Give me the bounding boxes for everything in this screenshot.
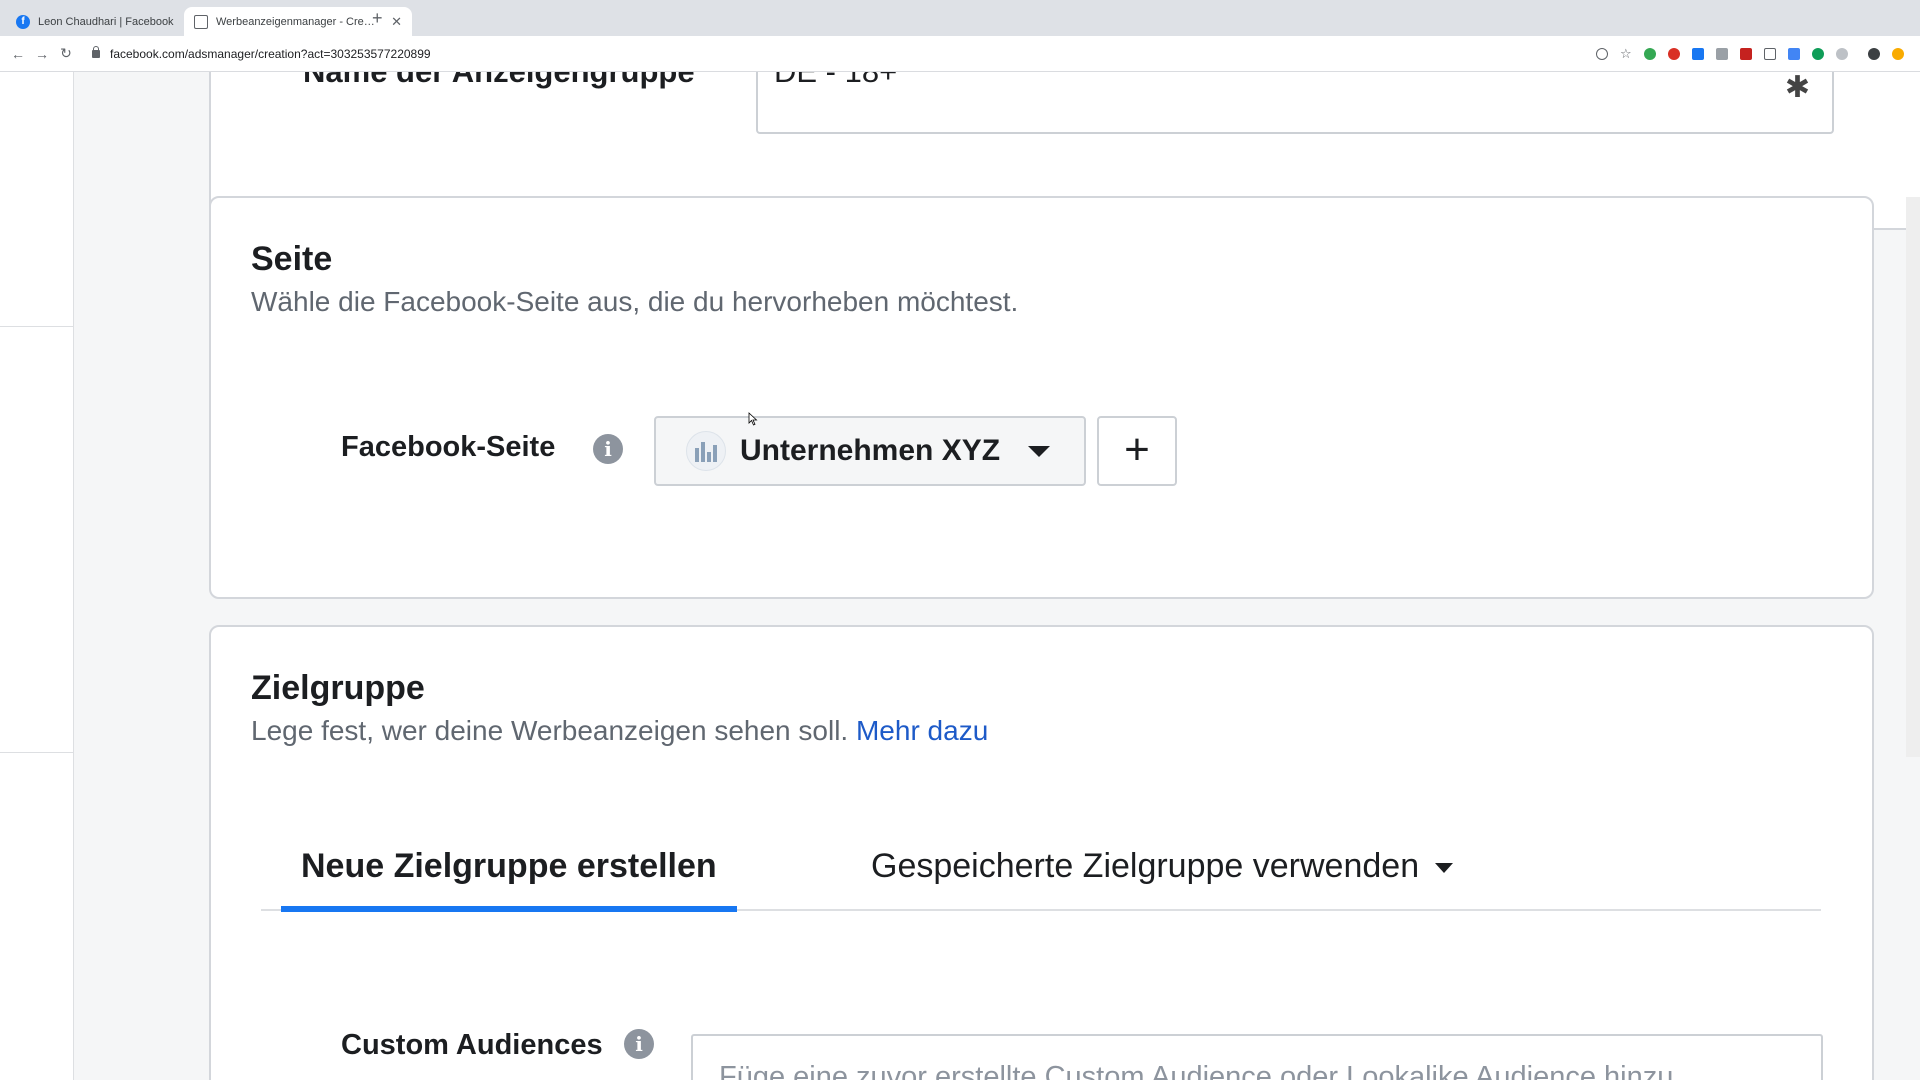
extension-square-icon[interactable] (1763, 48, 1776, 60)
reload-button[interactable]: ↻ (54, 45, 78, 62)
bookmark-star-icon[interactable]: ☆ (1620, 46, 1632, 62)
url-text: facebook.com/adsmanager/creation?act=303… (110, 47, 431, 61)
audience-section-card: Zielgruppe Lege fest, wer deine Werbeanz… (209, 625, 1874, 1080)
profile-avatar-icon[interactable] (1867, 48, 1880, 60)
zoom-icon[interactable] (1596, 48, 1608, 60)
custom-audiences-label: Custom Audiences (341, 1029, 603, 1061)
page-avatar-icon (686, 431, 726, 471)
tab-saved-audience-label: Gespeicherte Zielgruppe verwenden (871, 847, 1420, 885)
browser-tabstrip: f Leon Chaudhari | Facebook ✕ Werbeanzei… (0, 0, 1920, 36)
extension-orange-icon[interactable] (1891, 48, 1904, 60)
audience-section-title: Zielgruppe (251, 669, 425, 707)
back-button[interactable]: ← (6, 46, 30, 62)
chevron-down-icon (1435, 863, 1454, 874)
page-section-subtitle: Wähle die Facebook-Seite aus, die du her… (251, 286, 1019, 317)
tab-title: Werbeanzeigenmanager - Cre… (216, 15, 375, 28)
page-section-title: Seite (251, 240, 333, 278)
extension-misc-icon[interactable] (1835, 48, 1848, 60)
extension-red-icon[interactable] (1667, 48, 1680, 60)
tab-close-icon[interactable]: ✕ (391, 14, 402, 30)
facebook-favicon-icon: f (16, 14, 30, 29)
left-navigation (0, 72, 74, 1080)
forward-button[interactable]: → (30, 46, 54, 62)
learn-more-link[interactable]: Mehr dazu (856, 715, 988, 746)
extension-facebook-icon[interactable] (1691, 48, 1704, 60)
audience-tabs: Neue Zielgruppe erstellen Gespeicherte Z… (261, 847, 1821, 912)
ads-manager-page: Name der Anzeigengruppe DE - 18+ ✱ Seite… (0, 72, 1920, 1080)
adset-name-input[interactable]: DE - 18+ ✱ (756, 72, 1834, 134)
page-scrollbar[interactable] (1906, 197, 1920, 757)
extension-darkred-icon[interactable] (1739, 48, 1752, 60)
tab-title: Leon Chaudhari | Facebook (38, 15, 174, 28)
nav-divider (0, 326, 74, 327)
audience-subtitle-text: Lege fest, wer deine Werbeanzeigen sehen… (251, 715, 849, 746)
extension-iq-icon[interactable] (1787, 48, 1800, 60)
extension-grammar-icon[interactable] (1811, 48, 1824, 60)
mouse-cursor-icon (748, 412, 758, 426)
adset-name-label: Name der Anzeigengruppe (303, 72, 695, 90)
chevron-down-icon (1028, 445, 1051, 457)
adset-name-value: DE - 18+ (774, 72, 897, 90)
tab-saved-audience[interactable]: Gespeicherte Zielgruppe verwenden (851, 847, 1473, 886)
extension-green-icon[interactable] (1643, 48, 1656, 60)
tab-create-new-audience[interactable]: Neue Zielgruppe erstellen (281, 847, 737, 912)
extension-grey-icon[interactable] (1715, 48, 1728, 60)
new-tab-button[interactable]: + (372, 8, 383, 29)
address-bar[interactable]: facebook.com/adsmanager/creation?act=303… (86, 42, 1596, 66)
adsmanager-favicon-icon (194, 14, 208, 29)
add-page-button[interactable]: + (1097, 416, 1177, 486)
gear-icon[interactable]: ✱ (1785, 72, 1810, 105)
page-section-card: Seite Wähle die Facebook-Seite aus, die … (209, 196, 1874, 599)
nav-divider (0, 752, 74, 753)
facebook-page-label: Facebook-Seite (341, 431, 556, 463)
selected-page-name: Unternehmen XYZ (740, 434, 1001, 467)
info-icon[interactable]: i (624, 1029, 654, 1059)
extension-icons: ☆ (1590, 36, 1910, 72)
custom-audiences-input[interactable]: Füge eine zuvor erstellte Custom Audienc… (691, 1034, 1823, 1080)
browser-toolbar: ← → ↻ facebook.com/adsmanager/creation?a… (0, 36, 1920, 72)
info-icon[interactable]: i (593, 434, 623, 464)
facebook-page-dropdown[interactable]: Unternehmen XYZ (654, 416, 1086, 486)
lock-icon (92, 46, 100, 58)
audience-section-subtitle: Lege fest, wer deine Werbeanzeigen sehen… (251, 715, 988, 747)
